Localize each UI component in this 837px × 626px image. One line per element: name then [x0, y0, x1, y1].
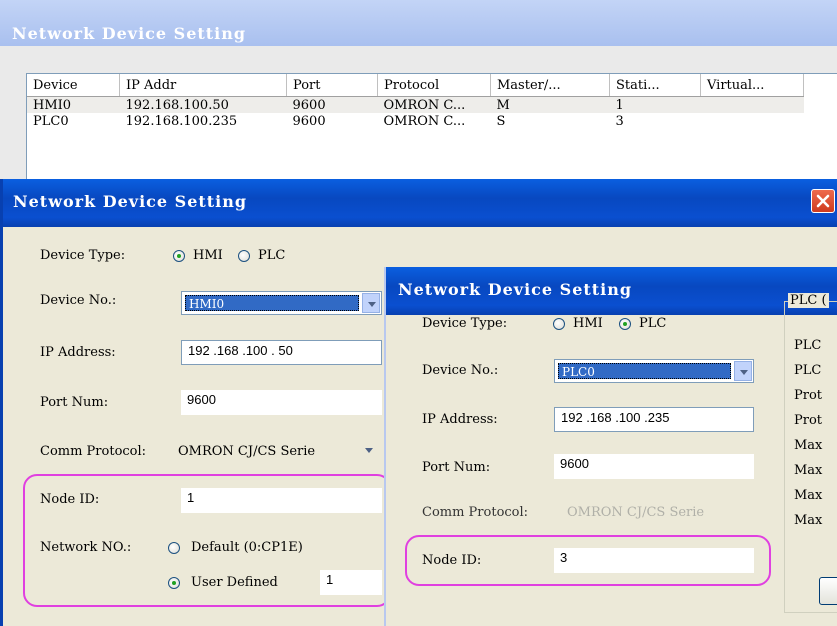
plc-group-button[interactable]	[819, 577, 837, 605]
cell-virtual	[701, 113, 804, 129]
cell-station: 1	[615, 97, 624, 113]
col-station[interactable]: Stati...	[609, 74, 701, 97]
device-no-value: HMI0	[185, 295, 359, 311]
device-no-select[interactable]: HMI0	[181, 291, 382, 315]
plc-group-title: PLC (	[788, 293, 829, 308]
device-no-select[interactable]: PLC0	[554, 359, 754, 383]
device-list-header: Device IP Addr Port Protocol Master/... …	[27, 74, 804, 97]
radio-plc[interactable]	[238, 250, 250, 262]
plc-group-item: PLC	[794, 363, 822, 378]
radio-hmi[interactable]	[173, 250, 185, 262]
cell-ip: 192.168.100.235	[125, 113, 238, 129]
plc-group-item: Max	[794, 463, 823, 478]
close-icon	[816, 194, 830, 208]
cell-master: S	[496, 113, 506, 129]
back-window-title: Network Device Setting	[12, 24, 247, 43]
node-id-highlight	[405, 535, 771, 586]
ip-address-label: IP Address:	[422, 412, 498, 427]
comm-protocol-label: Comm Protocol:	[422, 505, 529, 520]
radio-plc-label[interactable]: PLC	[639, 316, 666, 331]
device-no-label: Device No.:	[40, 293, 117, 308]
radio-hmi-label[interactable]: HMI	[193, 248, 223, 263]
cell-station: 3	[615, 113, 624, 129]
cell-ip: 192.168.100.50	[125, 97, 229, 113]
plc-group-item: Max	[794, 513, 823, 528]
col-device[interactable]: Device	[27, 74, 120, 97]
table-row[interactable]: PLC0 192.168.100.235 9600 OMRON C... S 3	[27, 113, 804, 129]
chevron-down-icon[interactable]	[734, 361, 752, 381]
radio-hmi-label[interactable]: HMI	[573, 316, 603, 331]
port-num-label: Port Num:	[40, 395, 109, 410]
back-window-titlebar: Network Device Setting	[0, 0, 837, 46]
plc-group-item: Prot	[794, 388, 823, 403]
port-num-field[interactable]: 9600	[181, 390, 382, 415]
cell-port: 9600	[292, 113, 326, 129]
col-ip-addr[interactable]: IP Addr	[119, 74, 287, 97]
plc-group-item: Prot	[794, 413, 823, 428]
device-no-label: Device No.:	[422, 363, 499, 378]
ip-address-label: IP Address:	[40, 345, 116, 360]
node-network-highlight	[23, 474, 391, 607]
radio-hmi[interactable]	[553, 318, 565, 330]
cell-device: PLC0	[33, 113, 69, 129]
device-no-value: PLC0	[558, 363, 731, 379]
comm-protocol-value: OMRON CJ/CS Serie	[567, 505, 705, 520]
close-button[interactable]	[811, 189, 835, 213]
radio-plc[interactable]	[619, 318, 631, 330]
port-num-label: Port Num:	[422, 460, 491, 475]
cell-port: 9600	[292, 97, 326, 113]
device-type-label: Device Type:	[422, 316, 508, 331]
chevron-down-icon[interactable]	[360, 440, 378, 462]
plc-group-item: Max	[794, 488, 823, 503]
hmi-dialog-title: Network Device Setting	[13, 192, 248, 211]
table-row[interactable]: HMI0 192.168.100.50 9600 OMRON C... M 1	[27, 96, 804, 114]
comm-protocol-label: Comm Protocol:	[40, 444, 147, 459]
device-type-label: Device Type:	[40, 248, 126, 263]
comm-protocol-select[interactable]: OMRON CJ/CS Serie	[178, 439, 379, 463]
device-list[interactable]: Device IP Addr Port Protocol Master/... …	[26, 73, 837, 185]
radio-plc-label[interactable]: PLC	[258, 248, 285, 263]
port-num-field[interactable]: 9600	[554, 454, 754, 479]
col-virtual[interactable]: Virtual...	[700, 74, 804, 97]
plc-group-item: Max	[794, 438, 823, 453]
plc-dialog-title: Network Device Setting	[398, 280, 633, 299]
plc-dialog: Network Device Setting Device Type: HMI …	[384, 267, 837, 626]
comm-protocol-value: OMRON CJ/CS Serie	[178, 444, 316, 459]
col-port[interactable]: Port	[286, 74, 378, 97]
col-protocol[interactable]: Protocol	[377, 74, 491, 97]
hmi-dialog-titlebar[interactable]: Network Device Setting	[3, 179, 837, 227]
cell-protocol: OMRON C...	[383, 97, 466, 113]
cell-master: M	[496, 97, 510, 113]
cell-device: HMI0	[33, 97, 72, 113]
plc-dialog-titlebar[interactable]: Network Device Setting	[386, 267, 837, 315]
chevron-down-icon[interactable]	[362, 293, 380, 313]
cell-protocol: OMRON C...	[383, 113, 466, 129]
comm-protocol-select: OMRON CJ/CS Serie	[553, 500, 754, 524]
ip-address-field[interactable]: 192 .168 .100 .235	[554, 407, 754, 432]
col-master[interactable]: Master/...	[490, 74, 610, 97]
ip-address-field[interactable]: 192 .168 .100 . 50	[181, 340, 382, 365]
cell-virtual	[701, 97, 804, 114]
plc-group-item: PLC	[794, 338, 822, 353]
